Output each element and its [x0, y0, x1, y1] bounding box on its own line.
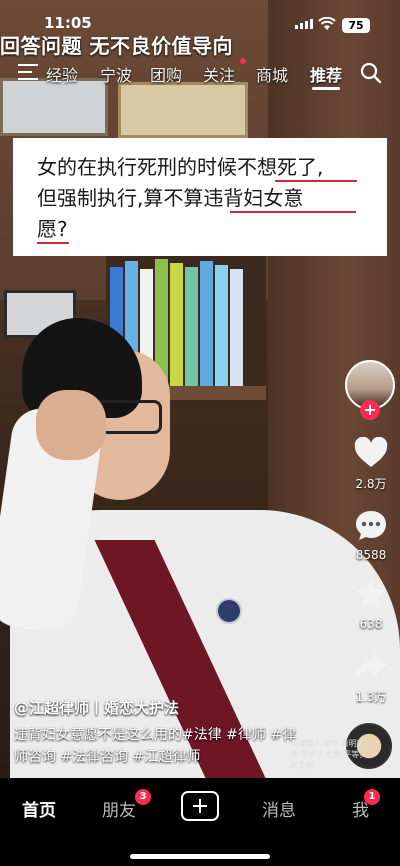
menu-icon[interactable] [18, 64, 38, 80]
share-arrow-icon [355, 653, 387, 679]
book [170, 263, 183, 387]
answer-banner: 回答问题 无不良价值导向 [0, 34, 233, 58]
wall-certificate [0, 78, 108, 136]
like-button[interactable]: 2.8万 [345, 436, 397, 492]
wall-certificate [118, 82, 248, 138]
comment-count: 8588 [355, 548, 387, 562]
lawyer-badge [216, 598, 242, 624]
favorite-count: 638 [359, 617, 383, 631]
cellular-signal-icon [295, 19, 313, 29]
question-underline [37, 242, 69, 244]
post-caption[interactable]: 违背妇女意愿不是这么用的#法律 #律师 #律师咨询 #法律咨询 #江超律师 [14, 724, 304, 768]
status-bar: 11:05 75 [0, 0, 400, 33]
tab-following[interactable]: 关注 [203, 62, 235, 86]
book [185, 267, 198, 387]
tab-experience[interactable]: 经验 [46, 62, 78, 86]
question-underline [230, 211, 356, 213]
tab-group-buy[interactable]: 团购 [150, 62, 182, 86]
battery-indicator: 75 [342, 18, 370, 33]
favorite-button[interactable]: 638 [345, 577, 397, 631]
promo-text: 顶律育人律师 清明监律 守护人生路 平等实效交职 [290, 739, 368, 770]
question-line: 女的在执行死刑的时候不想死了, [37, 155, 324, 179]
home-indicator [130, 854, 270, 859]
follow-plus-icon[interactable]: + [360, 400, 380, 420]
like-count: 2.8万 [355, 477, 387, 491]
nav-home[interactable]: 首页 [22, 796, 56, 821]
me-badge: 1 [364, 789, 380, 805]
create-post-button[interactable] [181, 791, 219, 821]
star-icon [356, 579, 386, 608]
question-card: 女的在执行死刑的时候不想死了, 但强制执行,算不算违背妇女意 愿? [13, 138, 387, 256]
question-line: 但强制执行,算不算违背妇女意 [37, 186, 304, 210]
comment-icon [356, 511, 386, 540]
author-avatar-button[interactable]: + [345, 360, 395, 420]
search-icon[interactable] [360, 62, 382, 84]
share-button[interactable]: 1.3万 [345, 650, 397, 705]
comment-button[interactable]: 8588 [345, 508, 397, 562]
nav-messages[interactable]: 消息 [262, 796, 296, 821]
bottom-nav: 首页 朋友 3 消息 我 1 [0, 778, 400, 866]
tab-mall[interactable]: 商城 [256, 62, 288, 86]
share-count: 1.3万 [355, 690, 387, 704]
video-frame[interactable] [0, 0, 400, 778]
tab-ningbo[interactable]: 宁波 [100, 62, 132, 86]
person-hand [36, 390, 106, 460]
question-line: 愿? [37, 217, 68, 241]
friends-badge: 3 [135, 789, 151, 805]
tab-recommend[interactable]: 推荐 [310, 62, 342, 86]
active-tab-indicator [312, 87, 340, 90]
book [200, 261, 213, 387]
heart-icon [354, 436, 388, 467]
nav-friends[interactable]: 朋友 [102, 796, 136, 821]
following-notification-dot [240, 58, 246, 64]
top-tab-bar: 经验 宁波 团购 关注 商城 推荐 [0, 60, 400, 90]
wifi-icon [318, 17, 336, 30]
author-name[interactable]: @江超律师丨婚恋大护法 [14, 697, 179, 718]
book [215, 265, 228, 387]
question-underline [275, 180, 357, 182]
book [230, 269, 243, 387]
